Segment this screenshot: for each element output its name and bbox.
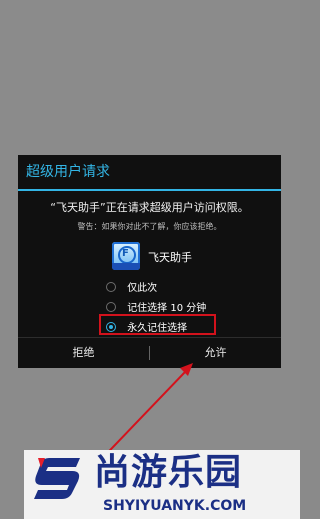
watermark-logo: 尚游乐园 SHYIYUANYK.COM — [24, 450, 300, 519]
superuser-request-dialog: 超级用户请求 “飞天助手”正在请求超级用户访问权限。 警告：如果你对此不了解，你… — [18, 155, 281, 368]
dialog-warning: 警告：如果你对此不了解，你应该拒绝。 — [77, 222, 222, 231]
app-name: 飞天助手 — [148, 251, 192, 264]
dialog-message: “飞天助手”正在请求超级用户访问权限。 — [50, 201, 249, 214]
feitian-assistant-app-icon: F — [112, 242, 140, 270]
watermark-url: SHYIYUANYK.COM — [103, 498, 247, 514]
highlight-annotation-box — [99, 314, 216, 335]
dialog-button-bar: 拒绝 允许 — [18, 337, 281, 368]
allow-button[interactable]: 允许 — [150, 338, 281, 368]
radio-unchecked-icon[interactable] — [106, 282, 116, 292]
radio-unchecked-icon[interactable] — [106, 302, 116, 312]
dialog-title: 超级用户请求 — [18, 155, 281, 191]
watermark-s-logo-icon — [34, 458, 80, 499]
watermark-title: 尚游乐园 — [94, 452, 243, 493]
requesting-app-row: F 飞天助手 — [112, 242, 262, 272]
option-label: 仅此次 — [127, 283, 158, 294]
option-label: 记住选择 10 分钟 — [127, 303, 207, 314]
option-only-this-time[interactable]: 仅此次 — [106, 279, 157, 297]
deny-button[interactable]: 拒绝 — [18, 338, 149, 368]
